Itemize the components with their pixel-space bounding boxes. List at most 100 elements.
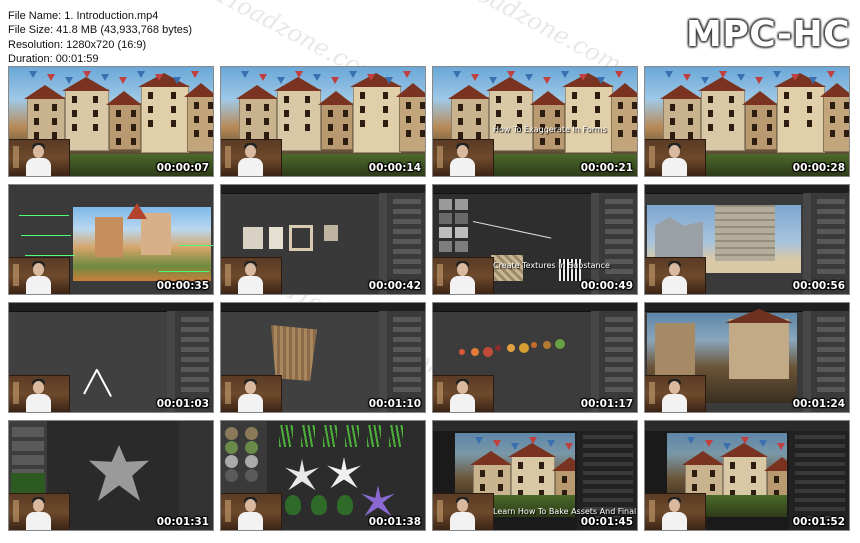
- property-row: [817, 209, 845, 214]
- window: [34, 104, 39, 111]
- curve-segment: [96, 369, 112, 397]
- bunting-flag: [83, 71, 91, 78]
- window: [284, 124, 289, 131]
- window: [458, 118, 463, 125]
- building: [745, 103, 777, 150]
- video-caption: How To Exaggerate In Forms: [493, 125, 607, 134]
- outliner-row: [583, 498, 633, 502]
- tool-button: [12, 441, 44, 451]
- presenter-head: [33, 145, 44, 158]
- window: [72, 96, 77, 103]
- building: [141, 213, 171, 255]
- timestamp-label: 00:00:21: [580, 162, 633, 174]
- bunting-flag: [295, 71, 303, 78]
- window: [688, 132, 693, 139]
- timestamp-label: 00:01:24: [792, 398, 845, 410]
- window: [618, 102, 623, 109]
- grass-card: [345, 425, 359, 447]
- flower-card: [285, 459, 319, 491]
- presenter-body: [662, 512, 687, 530]
- bunting-flag: [561, 71, 569, 78]
- window: [562, 476, 567, 483]
- bunting-flag: [741, 437, 749, 444]
- presenter-head: [669, 263, 680, 276]
- roof: [236, 85, 278, 99]
- window: [148, 92, 153, 99]
- window: [72, 110, 77, 117]
- building: [489, 89, 533, 151]
- video-thumbnail: How To Exaggerate In Forms 00:00:21: [432, 66, 638, 177]
- outliner-row: [795, 507, 845, 511]
- stone-building: [715, 205, 775, 261]
- zbrush-right-panel: [179, 421, 213, 530]
- leaf-card: [337, 495, 353, 515]
- webcam-overlay: [9, 493, 70, 530]
- property-row: [605, 199, 633, 204]
- lamp: [13, 146, 19, 168]
- fruit-mesh: [555, 339, 565, 350]
- webcam-overlay: [9, 139, 70, 176]
- bunting-flag: [759, 440, 767, 447]
- window: [498, 470, 503, 477]
- presenter-body: [26, 512, 51, 530]
- texture-swatch: [455, 213, 468, 224]
- material-ball: [225, 441, 238, 454]
- bunting-flag: [777, 443, 785, 450]
- window: [518, 476, 523, 483]
- outliner-row: [583, 489, 633, 493]
- bunting-flag: [597, 77, 605, 84]
- window: [595, 106, 600, 113]
- webcam-overlay: [433, 257, 494, 294]
- tool-panel: [167, 311, 175, 412]
- resolution-line: Resolution: 1280x720 (16:9): [8, 38, 147, 51]
- lamp: [437, 382, 443, 404]
- building: [701, 89, 745, 151]
- window: [730, 462, 735, 469]
- presenter-body: [662, 276, 687, 294]
- webcam-overlay: [433, 375, 494, 412]
- bunting-flag: [525, 74, 533, 81]
- property-row: [181, 337, 209, 342]
- property-row: [817, 337, 845, 342]
- video-thumbnail: Learn How To Bake Assets And Finally... 0…: [432, 420, 638, 531]
- building: [95, 217, 123, 257]
- window: [498, 484, 503, 491]
- roof: [24, 85, 66, 99]
- bunting-flag: [507, 71, 515, 78]
- annotation-line: [159, 271, 209, 272]
- window: [496, 96, 501, 103]
- bunting-flag: [511, 443, 519, 450]
- outliner-row: [795, 498, 845, 502]
- window: [420, 116, 425, 123]
- fruit-mesh: [519, 343, 529, 353]
- timestamp-label: 00:00:42: [368, 280, 421, 292]
- video-thumbnail: 00:01:24: [644, 302, 850, 413]
- window: [194, 102, 199, 109]
- texture-swatch: [455, 241, 468, 252]
- roof: [682, 451, 724, 465]
- window: [618, 130, 623, 137]
- lamp: [225, 146, 231, 168]
- roof: [660, 85, 702, 99]
- window: [131, 138, 136, 145]
- ruin-wall: [655, 217, 703, 261]
- bunting-flag: [65, 77, 73, 84]
- plane-mesh: [269, 227, 283, 249]
- video-caption: Learn How To Bake Assets And Finally...: [493, 507, 638, 516]
- property-row: [817, 327, 845, 332]
- outliner-row: [795, 462, 845, 466]
- video-thumbnail: 00:00:07: [8, 66, 214, 177]
- window: [767, 138, 772, 145]
- leaf-sculpt: [89, 445, 149, 501]
- property-row: [605, 357, 633, 362]
- window: [729, 124, 734, 131]
- presenter-head: [669, 381, 680, 394]
- property-row: [817, 377, 845, 382]
- timestamp-label: 00:00:14: [368, 162, 421, 174]
- property-row: [605, 347, 633, 352]
- property-row: [393, 229, 421, 234]
- window: [729, 110, 734, 117]
- window: [807, 106, 812, 113]
- window: [360, 106, 365, 113]
- window: [116, 110, 121, 117]
